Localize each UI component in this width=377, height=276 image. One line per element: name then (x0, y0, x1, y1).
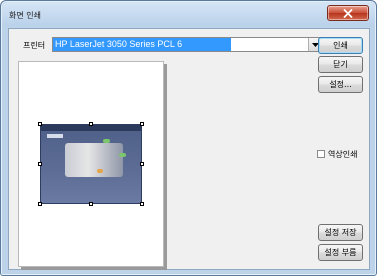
preview-image-machine (65, 143, 123, 177)
print-preview-page (18, 61, 164, 267)
preview-image-marker (103, 139, 110, 143)
preview-image-marker (97, 169, 103, 173)
title-bar[interactable]: 화면 인쇄 (2, 2, 375, 26)
close-window-button[interactable] (327, 5, 369, 21)
save-settings-button[interactable]: 설정 저장 (318, 224, 363, 241)
print-dialog-window: 화면 인쇄 프린터 HP LaserJet 3050 Series PCL 6 … (0, 0, 377, 276)
color-print-checkbox[interactable] (317, 150, 325, 158)
preview-image[interactable] (40, 124, 142, 204)
load-settings-button[interactable]: 설정 부름 (318, 244, 363, 261)
resize-handle-right[interactable] (140, 162, 144, 166)
resize-handle-top-right[interactable] (140, 122, 144, 126)
color-print-label[interactable]: 역상인쇄 (328, 149, 357, 160)
window-title: 화면 인쇄 (9, 11, 41, 20)
resize-handle-bottom-left[interactable] (38, 202, 42, 206)
resize-handle-top-left[interactable] (38, 122, 42, 126)
close-button[interactable]: 닫기 (318, 56, 363, 73)
settings-button[interactable]: 설정... (318, 76, 363, 93)
preview-image-marker (119, 153, 126, 157)
printer-selected-value: HP LaserJet 3050 Series PCL 6 (53, 38, 231, 51)
printer-select[interactable]: HP LaserJet 3050 Series PCL 6 (52, 37, 322, 52)
resize-handle-bottom-right[interactable] (140, 202, 144, 206)
resize-handle-bottom[interactable] (89, 202, 93, 206)
print-button[interactable]: 인쇄 (318, 37, 363, 54)
close-icon (343, 8, 353, 18)
printer-label: 프린터 (23, 41, 46, 50)
resize-handle-top[interactable] (89, 122, 93, 126)
preview-image-logo (47, 134, 63, 138)
resize-handle-left[interactable] (38, 162, 42, 166)
dialog-body: 프린터 HP LaserJet 3050 Series PCL 6 인쇄 닫기 … (8, 28, 370, 270)
